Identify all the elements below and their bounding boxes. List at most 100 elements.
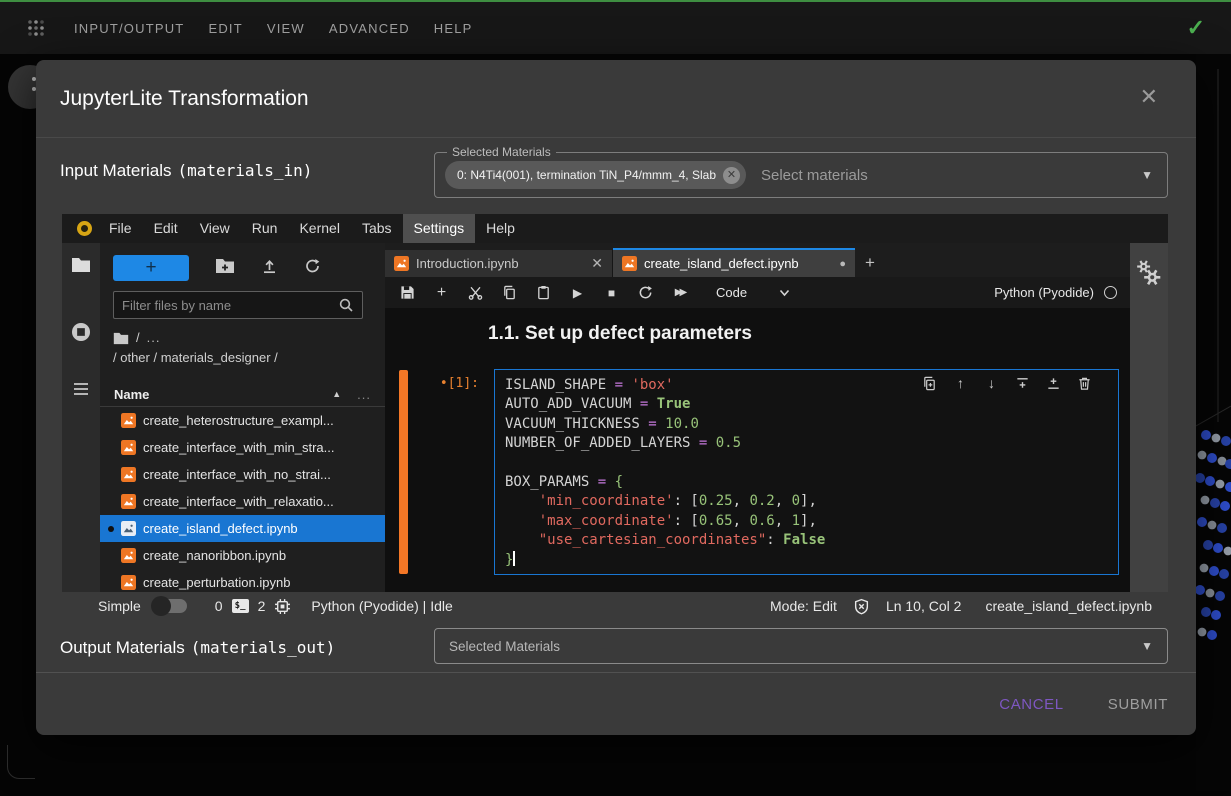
running-sessions-tab-icon[interactable]	[70, 321, 92, 343]
add-cell-icon[interactable]: +	[434, 285, 449, 300]
material-chip[interactable]: 0: N4Ti4(001), termination TiN_P4/mmm_4,…	[445, 161, 746, 189]
file-list-item[interactable]: create_heterostructure_exampl...	[100, 407, 385, 434]
refresh-icon[interactable]	[304, 258, 321, 274]
chip-delete-icon[interactable]: ✕	[723, 167, 740, 184]
paste-icon[interactable]	[536, 285, 551, 300]
app-logo-icon[interactable]	[24, 16, 48, 40]
move-cell-up-icon[interactable]: ↑	[953, 376, 968, 391]
file-list-item[interactable]: create_interface_with_no_strai...	[100, 461, 385, 488]
top-menu-item[interactable]: VIEW	[267, 21, 305, 36]
dropdown-arrow-icon[interactable]: ▼	[1141, 168, 1153, 182]
column-options-icon[interactable]: ...	[357, 387, 371, 402]
notebook-content: 1.1. Set up defect parameters •[1]: ISLA…	[385, 308, 1130, 592]
settings-gears-icon[interactable]	[1135, 259, 1163, 287]
top-menu-bar: INPUT/OUTPUT EDIT VIEW ADVANCED HELP ✓	[0, 0, 1231, 54]
terminal-icon[interactable]: $_	[232, 599, 249, 613]
new-launcher-button[interactable]: +	[113, 255, 189, 281]
tab-close-icon[interactable]: ✕	[591, 255, 603, 272]
dialog-actions: CANCEL SUBMIT	[36, 673, 1196, 735]
move-cell-down-icon[interactable]: ↓	[984, 376, 999, 391]
cell-collapser[interactable]	[399, 370, 408, 574]
top-menu-item[interactable]: HELP	[434, 21, 473, 36]
submit-button[interactable]: SUBMIT	[1108, 696, 1168, 713]
file-name: create_perturbation.ipynb	[143, 575, 290, 590]
top-menu-item[interactable]: ADVANCED	[329, 21, 410, 36]
file-list-item[interactable]: create_interface_with_min_stra...	[100, 434, 385, 461]
cell-type-dropdown[interactable]: Code	[716, 285, 790, 300]
cut-icon[interactable]	[468, 285, 483, 300]
cursor-position[interactable]: Ln 10, Col 2	[886, 598, 962, 614]
code-editor[interactable]: ISLAND_SHAPE = 'box'AUTO_ADD_VACUUM = Tr…	[494, 369, 1119, 575]
lab-menu-item[interactable]: Edit	[143, 214, 189, 243]
column-header-name[interactable]: Name	[114, 387, 149, 402]
file-list-item[interactable]: create_island_defect.ipynb	[100, 515, 385, 542]
kernel-chip-icon[interactable]	[274, 598, 291, 615]
terminals-count: 0	[215, 598, 223, 614]
file-name: create_heterostructure_exampl...	[143, 413, 334, 428]
lab-menu-item[interactable]: Run	[241, 214, 289, 243]
tab-introduction[interactable]: Introduction.ipynb ✕	[385, 250, 613, 277]
lab-menu-item[interactable]: File	[98, 214, 143, 243]
filter-files-input[interactable]	[122, 298, 338, 313]
file-list-header[interactable]: Name ▲ ...	[100, 382, 385, 407]
mode-indicator[interactable]: Mode: Edit	[770, 598, 837, 614]
add-tab-button[interactable]: +	[855, 250, 885, 277]
breadcrumb: / ... / other / materials_designer /	[113, 328, 385, 368]
markdown-heading: 1.1. Set up defect parameters	[488, 323, 1130, 345]
delete-cell-icon[interactable]	[1077, 376, 1092, 391]
save-icon[interactable]	[400, 285, 415, 300]
file-name: create_interface_with_relaxatio...	[143, 494, 334, 509]
active-file-name: create_island_defect.ipynb	[985, 598, 1152, 614]
background-panel-corner	[7, 745, 35, 779]
kernel-status-text[interactable]: Python (Pyodide) | Idle	[311, 598, 452, 614]
cell-toolbar: ↑ ↓	[922, 376, 1092, 391]
jupyterlab-logo-icon[interactable]	[77, 221, 92, 236]
breadcrumb-ellipsis[interactable]: ...	[147, 328, 161, 348]
jupyterlab-menubar: File Edit View Run Kernel Tabs Settings …	[62, 214, 1168, 243]
breadcrumb-root[interactable]: /	[136, 328, 140, 348]
jupyterlab-widget: File Edit View Run Kernel Tabs Settings …	[62, 214, 1168, 592]
notebook-file-icon	[394, 256, 409, 271]
restart-kernel-icon[interactable]	[638, 285, 653, 300]
new-folder-icon[interactable]	[215, 258, 235, 274]
duplicate-cell-icon[interactable]	[922, 376, 937, 391]
lab-menu-item[interactable]: Settings	[403, 214, 476, 243]
file-browser-panel: + / ... / other / materials_designer /	[100, 243, 385, 592]
stop-icon[interactable]: ■	[604, 285, 619, 300]
dropdown-arrow-icon[interactable]: ▼	[1141, 639, 1153, 653]
dialog-close-icon[interactable]: ✕	[1140, 86, 1158, 108]
sort-ascending-icon[interactable]: ▲	[332, 389, 341, 399]
kernel-status-icon	[1104, 286, 1117, 299]
lab-menu-item[interactable]: Tabs	[351, 214, 403, 243]
run-all-icon[interactable]: ▶▶	[672, 285, 687, 300]
notebook-panel: Introduction.ipynb ✕ create_island_defec…	[385, 243, 1130, 592]
file-list-item[interactable]: create_interface_with_relaxatio...	[100, 488, 385, 515]
input-field-label: Selected Materials	[447, 146, 556, 159]
lab-menu-item[interactable]: Help	[475, 214, 526, 243]
insert-cell-below-icon[interactable]	[1046, 376, 1061, 391]
lab-menu-item[interactable]: View	[189, 214, 241, 243]
input-materials-select[interactable]: Selected Materials 0: N4Ti4(001), termin…	[434, 152, 1168, 198]
home-folder-icon[interactable]	[113, 332, 129, 345]
background-3d-viewer	[1196, 54, 1231, 791]
top-menu-item[interactable]: INPUT/OUTPUT	[74, 21, 184, 36]
insert-cell-above-icon[interactable]	[1015, 376, 1030, 391]
simple-mode-toggle[interactable]	[153, 599, 187, 613]
copy-icon[interactable]	[502, 285, 517, 300]
breadcrumb-path[interactable]: / other / materials_designer /	[113, 348, 385, 368]
kernel-indicator[interactable]: Python (Pyodide)	[994, 285, 1117, 300]
lab-menu-item[interactable]: Kernel	[288, 214, 350, 243]
input-materials-label: Input Materials(materials_in)	[60, 161, 312, 181]
trust-shield-icon[interactable]	[853, 598, 870, 615]
top-menu-item[interactable]: EDIT	[208, 21, 242, 36]
cancel-button[interactable]: CANCEL	[999, 696, 1063, 713]
tab-create-island-defect[interactable]: create_island_defect.ipynb ●	[613, 248, 855, 277]
run-icon[interactable]: ▶	[570, 285, 585, 300]
table-of-contents-tab-icon[interactable]	[71, 379, 91, 399]
kernel-name: Python (Pyodide)	[994, 285, 1094, 300]
upload-icon[interactable]	[261, 258, 278, 274]
output-materials-select[interactable]: Selected Materials ▼	[434, 628, 1168, 664]
file-list-item[interactable]: create_perturbation.ipynb	[100, 569, 385, 592]
file-list-item[interactable]: create_nanoribbon.ipynb	[100, 542, 385, 569]
file-browser-tab-icon[interactable]	[71, 257, 91, 273]
